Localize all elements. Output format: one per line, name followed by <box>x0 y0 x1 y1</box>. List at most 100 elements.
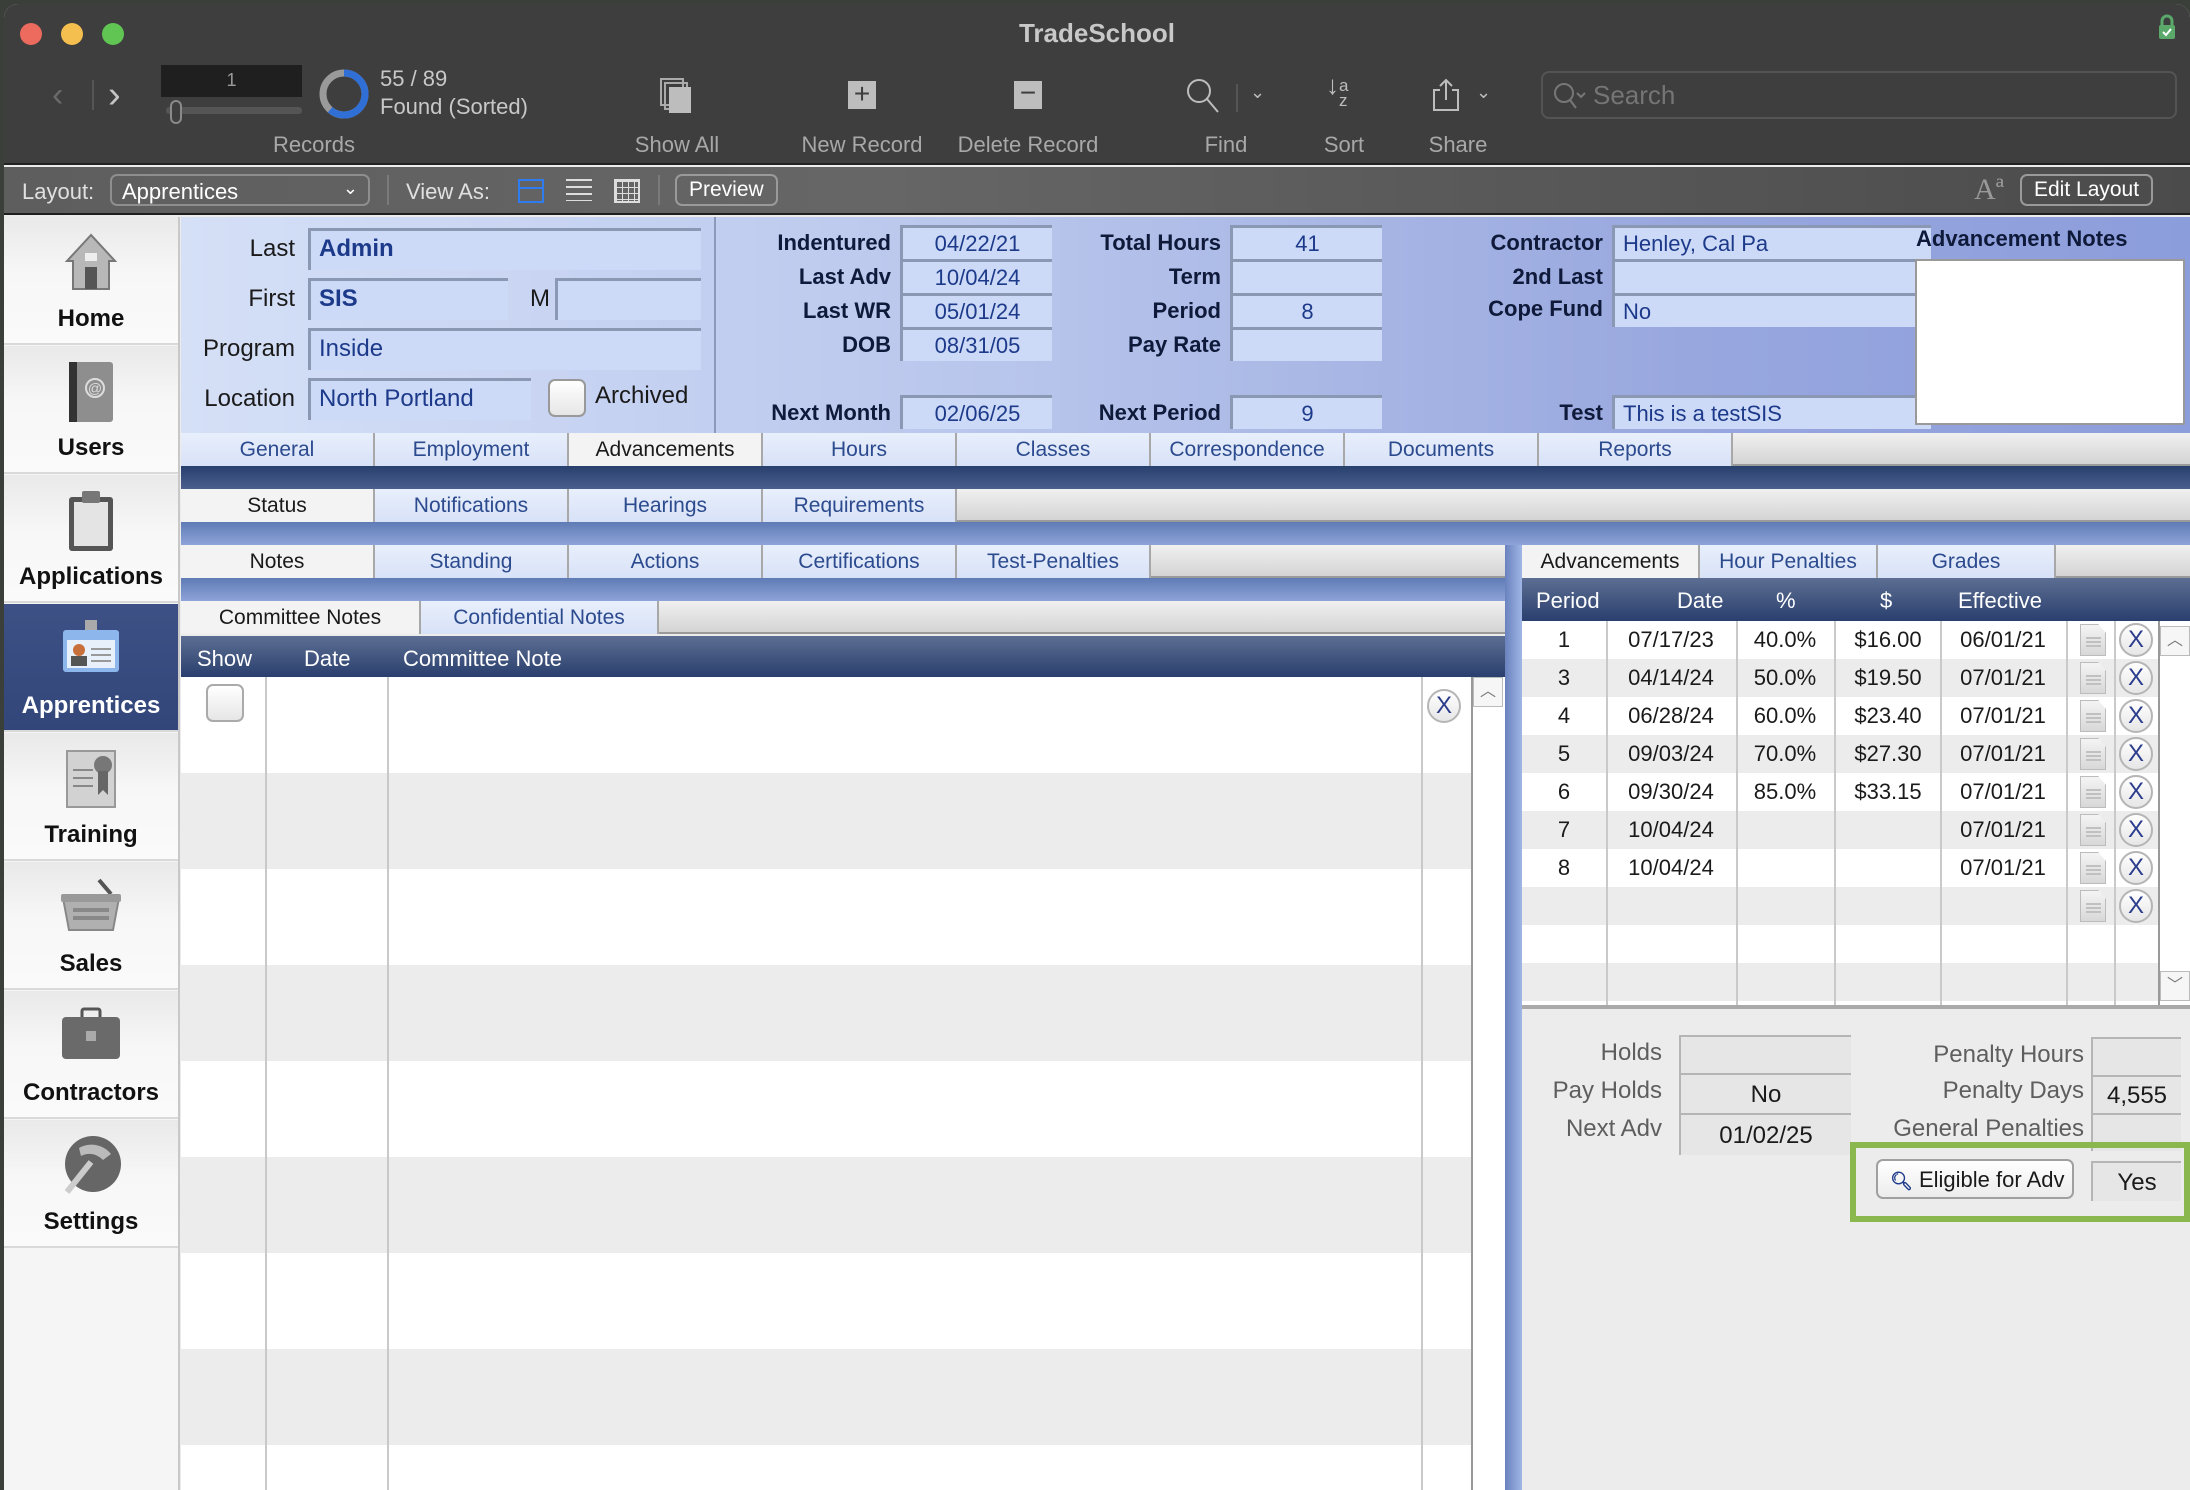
tab-general[interactable]: General <box>181 433 375 466</box>
table-row[interactable]: 7 10/04/24 07/01/21 X <box>1522 811 2158 849</box>
indentured-field[interactable]: 04/22/21 <box>900 225 1052 259</box>
cell-period[interactable]: 8 <box>1522 855 1606 881</box>
middle-initial-field[interactable] <box>555 278 701 320</box>
delete-advancement-button[interactable]: X <box>2119 889 2153 923</box>
preview-button[interactable]: Preview <box>675 174 778 206</box>
record-slider-handle[interactable] <box>170 100 182 124</box>
cell-effective[interactable]: 07/01/21 <box>1942 665 2064 691</box>
advancements-scrollbar[interactable]: ︿ ﹀ <box>2158 621 2190 1005</box>
sidebar-item-users[interactable]: @ Users <box>4 346 178 474</box>
cell-date[interactable]: 07/17/23 <box>1608 627 1734 653</box>
list-view-icon[interactable] <box>566 179 592 201</box>
cell-period[interactable]: 6 <box>1522 779 1606 805</box>
column-header-committee-note[interactable]: Committee Note <box>403 646 562 672</box>
find-icon[interactable] <box>1186 78 1220 119</box>
tab-hours[interactable]: Hours <box>763 433 957 466</box>
document-icon[interactable] <box>2080 814 2106 846</box>
cell-amount[interactable]: $19.50 <box>1836 665 1940 691</box>
period-field[interactable]: 8 <box>1230 293 1382 327</box>
cell-effective[interactable]: 07/01/21 <box>1942 817 2064 843</box>
delete-record-button[interactable]: Delete Record <box>943 132 1113 158</box>
table-row[interactable]: 6 09/30/24 85.0% $33.15 07/01/21 X <box>1522 773 2158 811</box>
second-last-field[interactable] <box>1612 259 1931 293</box>
sidebar-item-apprentices[interactable]: Apprentices <box>4 604 178 732</box>
test-field[interactable]: This is a testSIS <box>1612 395 1931 429</box>
cell-date[interactable]: 09/30/24 <box>1608 779 1734 805</box>
show-all-icon[interactable] <box>660 78 694 119</box>
eligible-for-adv-field[interactable]: Yes <box>2091 1161 2181 1201</box>
table-row[interactable]: X <box>1522 887 2158 925</box>
cell-period[interactable]: 1 <box>1522 627 1606 653</box>
document-icon[interactable] <box>2080 776 2106 808</box>
program-field[interactable]: Inside <box>308 328 701 370</box>
document-icon[interactable] <box>2080 662 2106 694</box>
column-header-show[interactable]: Show <box>197 646 252 672</box>
tab-hour-penalties[interactable]: Hour Penalties <box>1700 545 1878 578</box>
document-icon[interactable] <box>2080 890 2106 922</box>
table-row[interactable]: 8 10/04/24 07/01/21 X <box>1522 849 2158 887</box>
new-record-button[interactable]: New Record <box>787 132 937 158</box>
location-field[interactable]: North Portland <box>308 378 531 420</box>
tab-classes[interactable]: Classes <box>957 433 1151 466</box>
cell-period[interactable]: 3 <box>1522 665 1606 691</box>
tab-hearings[interactable]: Hearings <box>569 489 763 522</box>
tab-committee-notes[interactable]: Committee Notes <box>181 601 421 634</box>
cell-effective[interactable]: 07/01/21 <box>1942 703 2064 729</box>
share-button[interactable]: Share <box>1408 132 1508 158</box>
table-row[interactable]: 4 06/28/24 60.0% $23.40 07/01/21 X <box>1522 697 2158 735</box>
sidebar-item-training[interactable]: Training <box>4 733 178 861</box>
document-icon[interactable] <box>2080 852 2106 884</box>
delete-advancement-button[interactable]: X <box>2119 813 2153 847</box>
cell-pct[interactable]: 85.0% <box>1736 779 1834 805</box>
sidebar-item-settings[interactable]: Settings <box>4 1120 178 1248</box>
cell-date[interactable]: 10/04/24 <box>1608 817 1734 843</box>
column-header-amount[interactable]: $ <box>1880 588 1892 614</box>
delete-advancement-button[interactable]: X <box>2119 737 2153 771</box>
table-row[interactable]: 1 07/17/23 40.0% $16.00 06/01/21 X <box>1522 621 2158 659</box>
last-adv-field[interactable]: 10/04/24 <box>900 259 1052 293</box>
text-format-icon[interactable]: Aª <box>1974 173 2004 207</box>
cell-effective[interactable]: 06/01/21 <box>1942 627 2064 653</box>
next-adv-field[interactable]: 01/02/25 <box>1679 1113 1851 1155</box>
search-field[interactable] <box>1541 71 2177 119</box>
find-dropdown-chevron-icon[interactable]: ⌄ <box>1250 82 1265 103</box>
penalty-days-field[interactable]: 4,555 <box>2091 1075 2181 1113</box>
share-dropdown-chevron-icon[interactable]: ⌄ <box>1476 82 1491 103</box>
cell-period[interactable]: 5 <box>1522 741 1606 767</box>
table-row[interactable] <box>1522 963 2158 1001</box>
cell-pct[interactable]: 50.0% <box>1736 665 1834 691</box>
delete-advancement-button[interactable]: X <box>2119 623 2153 657</box>
tab-test-penalties[interactable]: Test-Penalties <box>957 545 1151 578</box>
tab-notes[interactable]: Notes <box>181 545 375 578</box>
contractor-field[interactable]: Henley, Cal Pa <box>1612 225 1931 259</box>
delete-advancement-button[interactable]: X <box>2119 699 2153 733</box>
term-field[interactable] <box>1230 259 1382 293</box>
cell-date[interactable]: 06/28/24 <box>1608 703 1734 729</box>
tab-grades[interactable]: Grades <box>1878 545 2056 578</box>
advancement-notes-textarea[interactable] <box>1915 259 2185 425</box>
sidebar-item-home[interactable]: Home <box>4 217 178 345</box>
cell-date[interactable]: 04/14/24 <box>1608 665 1734 691</box>
scroll-up-icon[interactable]: ︿ <box>1473 677 1503 707</box>
column-header-date[interactable]: Date <box>1677 588 1723 614</box>
committee-scrollbar[interactable]: ︿ <box>1471 677 1505 1490</box>
scroll-up-icon[interactable]: ︿ <box>2160 626 2190 656</box>
previous-record-icon[interactable]: ‹ <box>52 76 63 115</box>
table-view-icon[interactable] <box>614 179 640 203</box>
last-name-field[interactable]: Admin <box>308 228 701 270</box>
delete-record-icon[interactable]: − <box>1014 79 1042 109</box>
show-all-button[interactable]: Show All <box>607 132 747 158</box>
sidebar-item-applications[interactable]: Applications <box>4 475 178 603</box>
next-record-icon[interactable]: › <box>108 74 121 117</box>
first-name-field[interactable]: SIS <box>308 278 508 320</box>
sidebar-item-sales[interactable]: Sales <box>4 862 178 990</box>
column-header-period[interactable]: Period <box>1536 588 1600 614</box>
next-period-field[interactable]: 9 <box>1230 395 1382 429</box>
delete-advancement-button[interactable]: X <box>2119 775 2153 809</box>
table-row[interactable]: 3 04/14/24 50.0% $19.50 07/01/21 X <box>1522 659 2158 697</box>
penalty-hours-field[interactable] <box>2091 1037 2181 1075</box>
record-slider-track[interactable] <box>166 107 302 114</box>
archived-checkbox[interactable] <box>548 379 586 417</box>
cell-pct[interactable]: 40.0% <box>1736 627 1834 653</box>
tab-notifications[interactable]: Notifications <box>375 489 569 522</box>
